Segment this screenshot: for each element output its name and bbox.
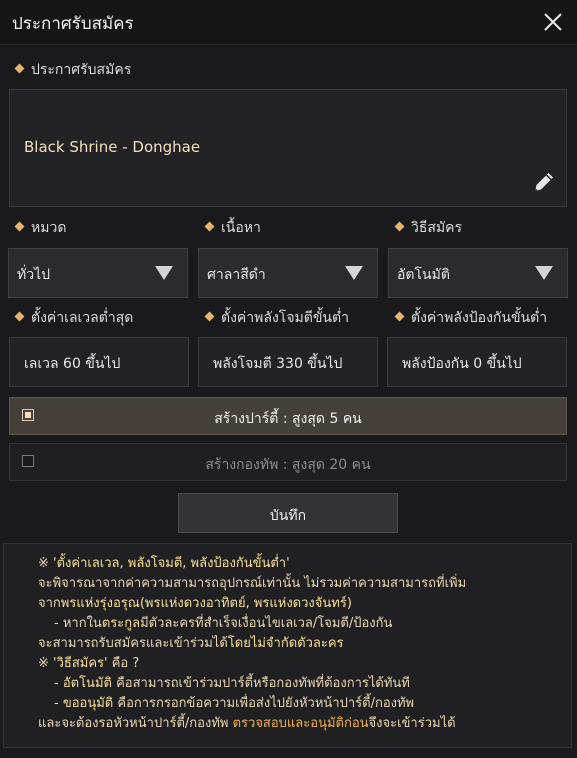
req-label-attack: ตั้งค่าพลังโจมตีขั้นต่ำ xyxy=(204,307,349,329)
req-label-text: ตั้งค่าพลังโจมตีขั้นต่ำ xyxy=(221,310,349,326)
diamond-bullet-icon xyxy=(14,63,25,73)
note-line: จากพรแห่งรุ่งอรุณ(พรแห่งดวงอาทิตย์, พรแห… xyxy=(38,594,352,614)
min-defense-field[interactable]: พลังป้องกัน 0 ขึ้นไป xyxy=(387,337,567,387)
apply-method-value: อัตโนมัติ xyxy=(397,267,450,283)
dropdown-arrow-icon xyxy=(345,266,363,280)
min-attack-field[interactable]: พลังโจมตี 330 ขึ้นไป xyxy=(198,337,378,387)
note-text: ※ ' xyxy=(38,556,57,571)
notes-panel: ※ 'ตั้งค่าเลเวล, พลังโจมตี, พลังป้องกันข… xyxy=(3,543,572,748)
close-icon[interactable] xyxy=(541,10,565,34)
note-text: คือการกรอกข้อความเพื่อส่งไปยังหัวหน้าปาร… xyxy=(113,696,415,711)
req-label-text: ตั้งค่าเลเวลต่ำสุด xyxy=(31,310,134,326)
note-line: ※ 'วิธีสมัคร' คือ ? xyxy=(38,654,139,674)
min-defense-value: พลังป้องกัน 0 ขึ้นไป xyxy=(402,356,522,372)
recruit-name: Black Shrine - Donghae xyxy=(24,138,201,156)
recruit-name-box[interactable]: Black Shrine - Donghae xyxy=(9,89,567,207)
save-button-label: บันทึก xyxy=(269,508,307,524)
min-level-field[interactable]: เลเวล 60 ขึ้นไป xyxy=(9,337,189,387)
note-text: จึงจะเข้าร่วมได้ xyxy=(368,716,456,731)
note-highlight: โดยไม่จำกัดตัวละคร xyxy=(227,636,344,651)
min-level-value: เลเวล 60 ขึ้นไป xyxy=(24,356,121,372)
title-bar: ประกาศรับสมัคร xyxy=(0,0,577,45)
note-text: มีตัวละครที่สำเร็จเงื่อนไขเลเวล/โจมตี/ป้… xyxy=(140,616,393,631)
note-highlight: วิธีสมัคร xyxy=(56,656,105,671)
filter-label-text: วิธีสมัคร xyxy=(411,220,463,236)
recruit-label-text: ประกาศรับสมัคร xyxy=(31,62,132,78)
note-text: - หากใน xyxy=(54,616,102,631)
note-text: และจะต้องรอหัวหน้าปาร์ตี้/กองทัพ xyxy=(38,716,233,731)
category-value: ทั่วไป xyxy=(17,267,51,283)
note-highlight: ตั้งค่าเลเวล, พลังโจมตี, พลังป้องกันขั้น… xyxy=(56,556,287,571)
note-highlight: ตระกูล xyxy=(101,616,141,631)
dialog-title: ประกาศรับสมัคร xyxy=(12,14,134,34)
filter-label-text: เนื้อหา xyxy=(221,220,261,236)
content-value: ศาลาสีดำ xyxy=(207,267,266,283)
note-text: คือสามารถเข้าร่วมปาร์ตี้หรือกองทัพที่ต้อ… xyxy=(111,676,410,691)
note-line: และจะต้องรอหัวหน้าปาร์ตี้/กองทัพ ตรวจสอบ… xyxy=(38,714,456,734)
note-text: จาก xyxy=(38,596,61,611)
note-text: ※ ' xyxy=(38,656,57,671)
note-line: จะพิจารณาจากค่าความสามารถอุปกรณ์เท่านั้น… xyxy=(38,574,466,594)
filter-label-content: เนื้อหา xyxy=(204,217,261,239)
note-text: จะสามารถรับสมัครและเข้าร่วมได้ xyxy=(38,636,228,651)
diamond-bullet-icon xyxy=(14,221,25,231)
filter-label-apply-method: วิธีสมัคร xyxy=(394,217,463,239)
note-line: - อัตโนมัติ คือสามารถเข้าร่วมปาร์ตี้หรือ… xyxy=(54,674,410,694)
note-text: ' xyxy=(286,556,290,571)
filter-label-category: หมวด xyxy=(14,217,67,239)
note-text: - xyxy=(54,676,63,691)
create-army-option[interactable]: สร้างกองทัพ : สูงสุด 20 คน xyxy=(9,443,567,481)
note-highlight: พรแห่งรุ่งอรุณ(พรแห่งดวงอาทิตย์, พรแห่งด… xyxy=(60,596,352,611)
diamond-bullet-icon xyxy=(394,311,405,321)
pencil-icon[interactable] xyxy=(530,168,558,196)
note-text: จะพิจารณาจากค่าความสามารถอุปกรณ์เท่านั้น… xyxy=(38,576,467,591)
diamond-bullet-icon xyxy=(204,221,215,231)
req-label-level: ตั้งค่าเลเวลต่ำสุด xyxy=(14,307,134,329)
category-select[interactable]: ทั่วไป xyxy=(8,248,188,298)
apply-method-select[interactable]: อัตโนมัติ xyxy=(388,248,568,298)
create-party-label: สร้างปาร์ตี้ : สูงสุด 5 คน xyxy=(214,411,362,427)
dropdown-arrow-icon xyxy=(535,266,553,280)
content-select[interactable]: ศาลาสีดำ xyxy=(198,248,378,298)
create-party-option[interactable]: สร้างปาร์ตี้ : สูงสุด 5 คน xyxy=(9,397,567,435)
save-button[interactable]: บันทึก xyxy=(178,493,398,533)
dropdown-arrow-icon xyxy=(155,266,173,280)
filter-label-text: หมวด xyxy=(31,220,67,236)
create-army-label: สร้างกองทัพ : สูงสุด 20 คน xyxy=(205,457,371,473)
note-highlight: อัตโนมัติ xyxy=(62,676,112,691)
diamond-bullet-icon xyxy=(394,221,405,231)
note-line: ※ 'ตั้งค่าเลเวล, พลังโจมตี, พลังป้องกันข… xyxy=(38,554,290,574)
note-highlight: ขออนุมัติ xyxy=(62,696,114,711)
diamond-bullet-icon xyxy=(14,311,25,321)
diamond-bullet-icon xyxy=(204,311,215,321)
note-text: - xyxy=(54,696,63,711)
req-label-defense: ตั้งค่าพลังป้องกันขั้นต่ำ xyxy=(394,307,548,329)
req-label-text: ตั้งค่าพลังป้องกันขั้นต่ำ xyxy=(411,310,548,326)
note-highlight: ตรวจสอบและอนุมัติก่อน xyxy=(232,716,369,731)
note-line: - หากในตระกูลมีตัวละครที่สำเร็จเงื่อนไขเ… xyxy=(54,614,392,634)
note-text: ' คือ ? xyxy=(104,656,140,671)
note-line: - ขออนุมัติ คือการกรอกข้อความเพื่อส่งไปย… xyxy=(54,694,414,714)
note-line: จะสามารถรับสมัครและเข้าร่วมได้โดยไม่จำกั… xyxy=(38,634,344,654)
recruit-section-label: ประกาศรับสมัคร xyxy=(14,59,132,81)
min-attack-value: พลังโจมตี 330 ขึ้นไป xyxy=(213,356,343,372)
